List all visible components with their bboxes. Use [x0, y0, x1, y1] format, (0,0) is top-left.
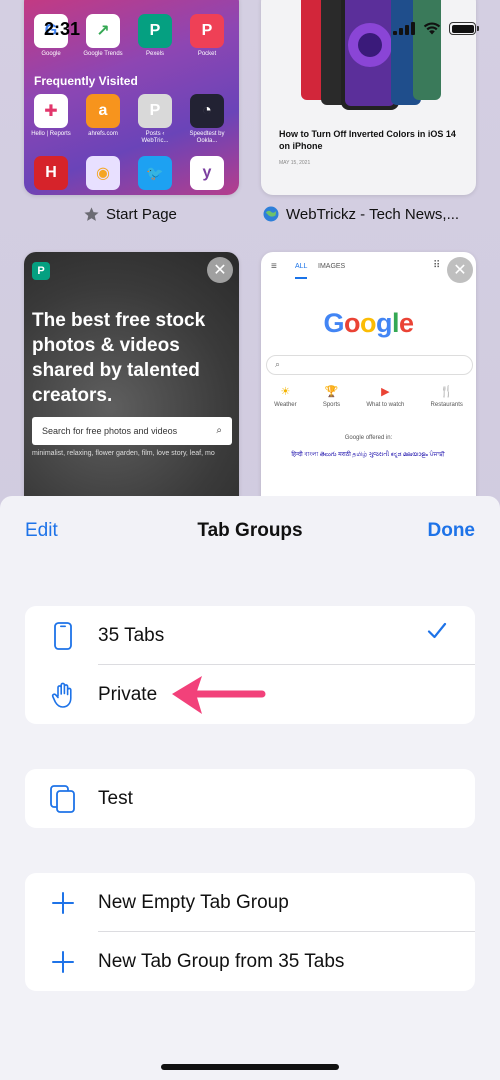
hand-icon — [49, 681, 77, 709]
google-logo: Google — [323, 308, 414, 338]
fv-speedtest[interactable]: ◔ Speedtest by Ookla... — [189, 94, 225, 145]
search-icon: ⌕ — [275, 359, 281, 369]
shortcut-what-to-watch[interactable]: ▶ What to watch — [366, 385, 404, 408]
star-icon — [82, 205, 100, 223]
top-site-label: Google Trends — [83, 51, 123, 57]
shortcut-restaurants[interactable]: 🍴 Restaurants — [431, 385, 463, 408]
top-site-label: Google — [41, 51, 61, 57]
twitter-icon[interactable]: 🐦 — [138, 156, 172, 190]
shortcut-sports[interactable]: 🏆 Sports — [323, 385, 340, 408]
top-site-label: Pocket — [197, 51, 217, 57]
sheet-title: Tab Groups — [197, 520, 303, 541]
h-site-icon[interactable]: H — [34, 156, 68, 190]
frequently-visited-heading: Frequently Visited — [34, 74, 138, 88]
wifi-icon — [423, 22, 441, 35]
google-shortcuts: ☀ Weather 🏆 Sports ▶ What to watch 🍴 Res… — [261, 385, 476, 408]
speedtest-icon: ◔ — [190, 94, 224, 128]
fv-label: Speedtest by Ookla... — [189, 131, 225, 144]
tab-title-start-page[interactable]: Start Page — [82, 205, 177, 223]
custom-groups-list: Test — [25, 769, 475, 828]
shortcut-weather[interactable]: ☀ Weather — [274, 385, 297, 408]
cellular-signal-icon — [393, 22, 415, 35]
pexels-logo-icon: P — [32, 262, 50, 280]
battery-icon — [449, 22, 479, 35]
tabs-icon — [49, 784, 77, 813]
action-label: New Empty Tab Group — [98, 891, 289, 913]
close-tab-icon[interactable]: ✕ — [447, 257, 473, 283]
shortcut-label: Weather — [274, 402, 297, 408]
menu-icon[interactable]: ≡ — [271, 261, 277, 272]
pexels-search-input[interactable]: Search for free photos and videos ⌕ — [32, 417, 232, 445]
status-indicators — [393, 22, 479, 35]
google-language-links[interactable]: हिन्दी বাংলা తెలుగు मराठी தமிழ் ગુજરાતી … — [273, 448, 463, 463]
fv-hello-reports[interactable]: ✚ Hello | Reports — [31, 94, 71, 145]
checkmark-icon — [427, 622, 447, 645]
play-icon: ▶ — [381, 386, 390, 398]
google-offered-in: Google offered in: — [344, 435, 393, 441]
action-label: New Tab Group from 35 Tabs — [98, 950, 345, 972]
fork-knife-icon: 🍴 — [439, 386, 454, 398]
close-tab-icon[interactable]: ✕ — [207, 257, 233, 283]
plus-icon — [49, 889, 77, 917]
tab-title-label: Start Page — [106, 205, 177, 223]
group-row-35-tabs[interactable]: 35 Tabs — [25, 606, 475, 665]
pexels-headline: The best free stock photos & videos shar… — [32, 310, 206, 406]
new-empty-tab-group-button[interactable]: New Empty Tab Group — [25, 873, 475, 932]
fv-label: Posts ‹ WebTric... — [141, 131, 169, 144]
home-indicator[interactable] — [161, 1064, 339, 1070]
trophy-icon: 🏆 — [324, 386, 339, 398]
apps-grid-icon[interactable]: ⠿ — [433, 260, 440, 271]
google-tab-images[interactable]: IMAGES — [318, 263, 345, 270]
ahrefs-icon: a — [86, 94, 120, 128]
posts-icon: P — [138, 94, 172, 128]
shortcut-label: What to watch — [366, 402, 405, 408]
shortcut-label: Sports — [322, 402, 341, 408]
tab-groups-sheet: Edit Tab Groups Done 35 Tabs Private Tes… — [0, 496, 500, 1080]
search-icon: ⌕ — [216, 425, 222, 436]
done-button[interactable]: Done — [428, 520, 476, 542]
google-search-input[interactable]: ⌕ — [266, 355, 473, 375]
weather-icon: ☀ — [280, 386, 291, 398]
tab-title-label: WebTrickz - Tech News,... — [286, 205, 460, 223]
annotation-arrow-icon — [172, 676, 266, 714]
hello-reports-icon: ✚ — [34, 94, 68, 128]
fv-label: ahrefs.com — [88, 131, 118, 137]
webtrickz-favicon-icon — [262, 205, 280, 223]
tab-title-webtrickz[interactable]: WebTrickz - Tech News,... — [262, 205, 459, 223]
google-top-bar: ≡ ALL IMAGES ⠿ — [261, 252, 476, 280]
tab-card-google[interactable]: ≡ ALL IMAGES ⠿ ✕ Google ⌕ ☀ Weather 🏆 Sp… — [261, 252, 476, 512]
group-label: Test — [98, 787, 133, 809]
sheet-header: Edit Tab Groups Done — [0, 496, 500, 566]
group-row-test[interactable]: Test — [25, 769, 475, 828]
tab-card-pexels[interactable]: P ✕ The best free stock photos & videos … — [24, 252, 239, 512]
fv-ahrefs[interactable]: a ahrefs.com — [86, 94, 120, 145]
phone-icon — [49, 621, 77, 650]
yahoo-icon[interactable]: y — [190, 156, 224, 190]
new-tab-group-from-tabs-button[interactable]: New Tab Group from 35 Tabs — [25, 932, 475, 991]
bee-site-icon[interactable]: ◉ — [86, 156, 120, 190]
fv-label: Hello | Reports — [31, 131, 71, 137]
status-bar: 2:31 — [0, 0, 500, 44]
google-tab-all[interactable]: ALL — [295, 263, 308, 279]
frequently-visited-grid: ✚ Hello | Reports a ahrefs.com P Posts ‹… — [31, 94, 225, 145]
plus-icon — [49, 948, 77, 976]
search-placeholder: Search for free photos and videos — [42, 426, 178, 436]
group-label: 35 Tabs — [98, 624, 165, 646]
edit-button[interactable]: Edit — [25, 520, 58, 542]
article-date: MAY 15, 2021 — [279, 160, 311, 166]
new-group-actions: New Empty Tab Group New Tab Group from 3… — [25, 873, 475, 991]
top-site-label: Pexels — [145, 51, 164, 57]
pexels-tags: minimalist, relaxing, flower garden, fil… — [32, 450, 215, 457]
group-label: Private — [98, 683, 158, 705]
article-title: How to Turn Off Inverted Colors in iOS 1… — [279, 129, 456, 151]
frequently-visited-grid-row2: H ◉ 🐦 y — [34, 156, 224, 190]
status-time: 2:31 — [44, 19, 81, 39]
shortcut-label: Restaurants — [430, 402, 463, 408]
fv-posts-webtrickz[interactable]: P Posts ‹ WebTric... — [138, 94, 172, 145]
